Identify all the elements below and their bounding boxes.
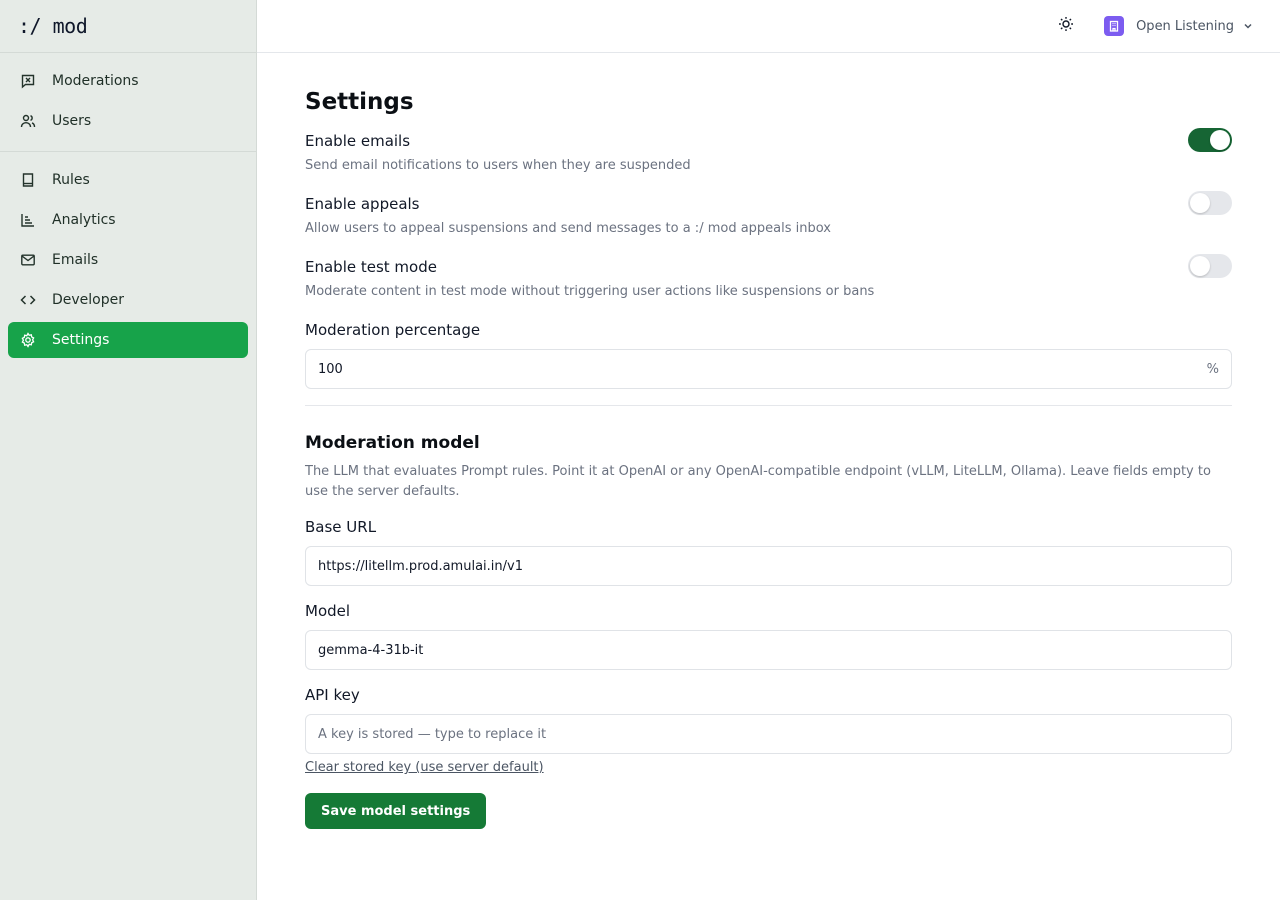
setting-title: Enable emails <box>305 132 411 150</box>
sidebar-secondary-nav: Rules Analytics Emails Developer Setting… <box>0 152 256 368</box>
toggle-knob <box>1210 130 1230 150</box>
main-content: Settings Enable emails Send email notifi… <box>305 53 1232 829</box>
sun-icon <box>1058 16 1074 36</box>
sidebar-item-users[interactable]: Users <box>8 103 248 139</box>
setting-enable-appeals: Enable appeals Allow users to appeal sus… <box>305 191 1232 236</box>
page-title: Settings <box>305 89 414 115</box>
enable-appeals-toggle[interactable] <box>1188 191 1232 215</box>
api-key-label: API key <box>305 686 360 704</box>
sidebar-item-developer[interactable]: Developer <box>8 282 248 318</box>
moderation-percentage-value: 100 <box>318 361 343 377</box>
moderation-percentage-input[interactable]: 100 % <box>305 349 1232 389</box>
sidebar-item-analytics[interactable]: Analytics <box>8 202 248 238</box>
sidebar-item-label: Users <box>52 113 92 129</box>
setting-title: Enable appeals <box>305 195 420 213</box>
api-key-input[interactable]: A key is stored — type to replace it <box>305 714 1232 754</box>
book-icon <box>20 172 36 188</box>
sidebar: :/ mod Moderations Users Rules Analytics <box>0 0 257 900</box>
gear-icon <box>20 332 36 348</box>
base-url-value: https://litellm.prod.amulai.in/v1 <box>318 558 523 574</box>
chevron-down-icon <box>1242 20 1254 32</box>
percent-suffix: % <box>1206 361 1219 377</box>
sidebar-item-label: Emails <box>52 252 99 268</box>
enable-test-mode-toggle[interactable] <box>1188 254 1232 278</box>
sidebar-item-rules[interactable]: Rules <box>8 162 248 198</box>
sidebar-primary-nav: Moderations Users <box>0 53 256 152</box>
toggle-knob <box>1190 256 1210 276</box>
sidebar-item-label: Analytics <box>52 212 116 228</box>
setting-enable-emails: Enable emails Send email notifications t… <box>305 128 1232 173</box>
sidebar-item-label: Rules <box>52 172 90 188</box>
sidebar-item-moderations[interactable]: Moderations <box>8 63 248 99</box>
base-url-input[interactable]: https://litellm.prod.amulai.in/v1 <box>305 546 1232 586</box>
setting-enable-test-mode: Enable test mode Moderate content in tes… <box>305 254 1232 299</box>
setting-description: Send email notifications to users when t… <box>305 158 691 173</box>
setting-title: Enable test mode <box>305 258 437 276</box>
flag-message-icon <box>20 73 36 89</box>
toggle-knob <box>1190 193 1210 213</box>
org-switcher[interactable]: Open Listening <box>1104 16 1254 36</box>
save-model-settings-button[interactable]: Save model settings <box>305 793 487 829</box>
users-icon <box>20 113 36 129</box>
moderation-percentage-label: Moderation percentage <box>305 321 481 339</box>
model-value: gemma-4-31b-it <box>318 642 424 658</box>
sidebar-item-label: Moderations <box>52 73 139 89</box>
sidebar-item-label: Settings <box>52 332 110 348</box>
model-label: Model <box>305 602 351 620</box>
top-bar: Open Listening <box>257 0 1280 53</box>
clear-stored-key-link[interactable]: Clear stored key (use server default) <box>305 760 544 775</box>
sidebar-item-settings[interactable]: Settings <box>8 322 248 358</box>
app-logo[interactable]: :/ mod <box>0 0 256 53</box>
sidebar-item-label: Developer <box>52 292 125 308</box>
moderation-model-description: The LLM that evaluates Prompt rules. Poi… <box>305 464 1211 499</box>
sidebar-item-emails[interactable]: Emails <box>8 242 248 278</box>
api-key-placeholder: A key is stored — type to replace it <box>318 726 547 742</box>
org-name: Open Listening <box>1136 18 1234 34</box>
moderation-model-heading: Moderation model <box>305 433 480 453</box>
theme-toggle-button[interactable] <box>1054 14 1078 38</box>
mail-icon <box>20 252 36 268</box>
code-icon <box>20 292 36 308</box>
section-divider <box>305 405 1232 406</box>
chart-icon <box>20 212 36 228</box>
enable-emails-toggle[interactable] <box>1188 128 1232 152</box>
setting-description: Allow users to appeal suspensions and se… <box>305 221 832 236</box>
setting-description: Moderate content in test mode without tr… <box>305 284 875 299</box>
model-input[interactable]: gemma-4-31b-it <box>305 630 1232 670</box>
building-icon <box>1104 16 1125 36</box>
base-url-label: Base URL <box>305 518 377 536</box>
